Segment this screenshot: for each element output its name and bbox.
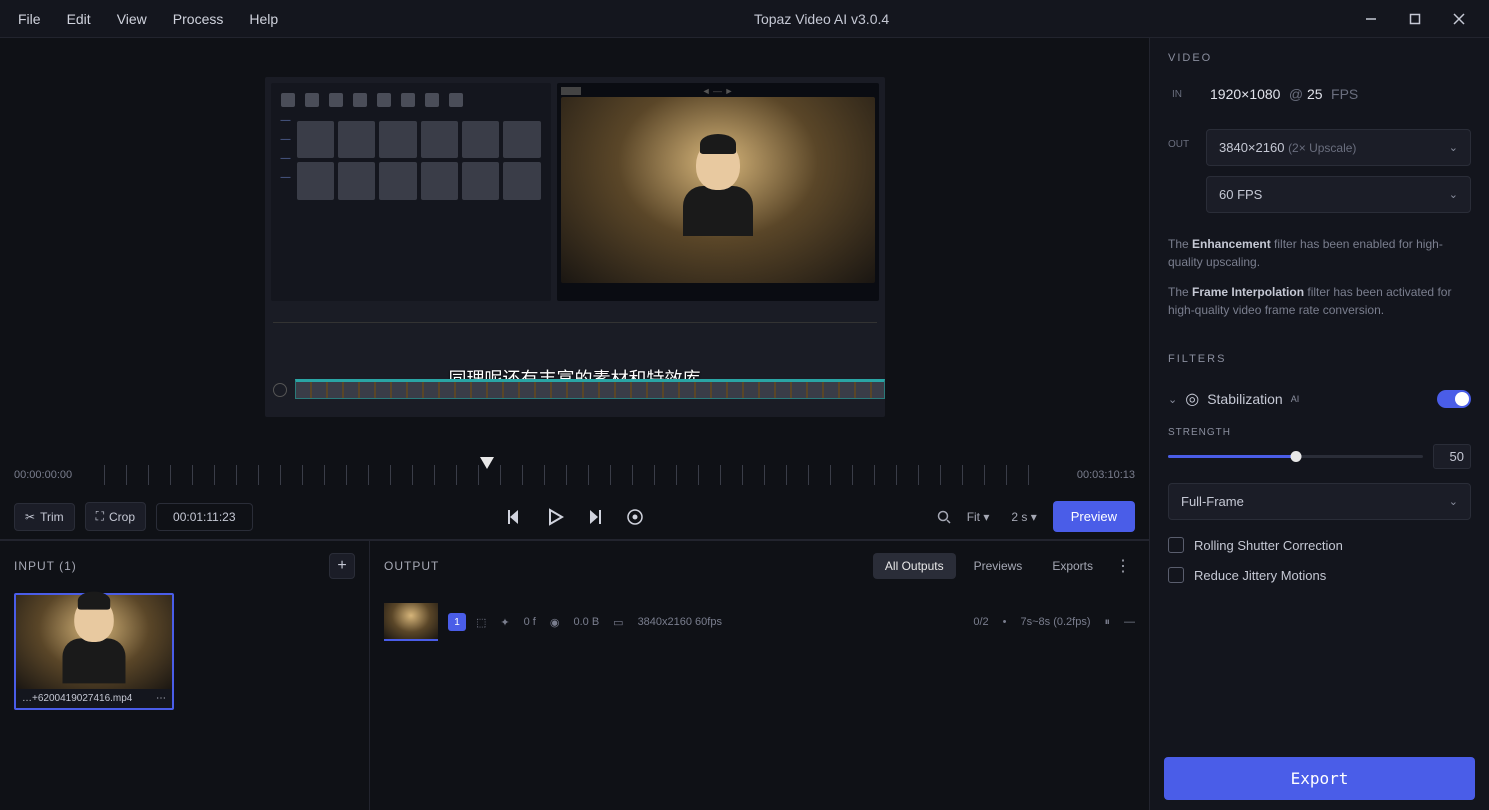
- app-title: Topaz Video AI v3.0.4: [290, 11, 1353, 27]
- tab-previews[interactable]: Previews: [962, 553, 1035, 579]
- output-resolution: 3840x2160 60fps: [638, 616, 722, 628]
- step-forward-button[interactable]: [586, 508, 604, 526]
- strength-label: STRENGTH: [1168, 427, 1471, 438]
- fit-dropdown[interactable]: Fit ▾: [961, 506, 996, 528]
- output-frames: 0 f: [524, 616, 536, 628]
- output-progress: 0/2: [973, 616, 988, 628]
- tab-all-outputs[interactable]: All Outputs: [873, 553, 956, 579]
- stabilization-icon: ◎: [1185, 389, 1199, 409]
- pause-icon[interactable]: ⏸: [1105, 616, 1111, 629]
- playhead-icon[interactable]: [480, 457, 494, 469]
- video-section-heading: VIDEO: [1168, 52, 1471, 64]
- minimize-row-icon[interactable]: —: [1124, 616, 1135, 628]
- export-button[interactable]: Export: [1164, 757, 1475, 800]
- output-resolution-dropdown[interactable]: 3840×2160 (2× Upscale) ⌄: [1206, 129, 1471, 166]
- menu-bar: File Edit View Process Help: [6, 5, 290, 33]
- strength-slider[interactable]: [1168, 455, 1423, 458]
- menu-file[interactable]: File: [6, 5, 53, 33]
- record-marker-button[interactable]: [626, 508, 644, 526]
- more-icon[interactable]: ⋯: [156, 693, 166, 704]
- in-label: IN: [1172, 89, 1196, 100]
- settings-sidebar: VIDEO IN 1920×1080 @ 25 FPS OUT 3840×216…: [1149, 38, 1489, 810]
- stabilization-filter-title: StabilizationAI: [1207, 391, 1429, 407]
- dimensions-icon: ▭: [613, 616, 623, 629]
- tab-exports[interactable]: Exports: [1040, 553, 1105, 579]
- output-speed: 7s~8s (0.2fps): [1020, 616, 1090, 628]
- menu-edit[interactable]: Edit: [55, 5, 103, 33]
- rolling-shutter-checkbox[interactable]: Rolling Shutter Correction: [1168, 530, 1471, 560]
- stabilization-toggle[interactable]: [1437, 390, 1471, 408]
- timeline-end-time: 00:03:10:13: [1055, 469, 1135, 481]
- chevron-down-icon[interactable]: ⌄: [1168, 393, 1177, 406]
- sparkle-icon: ✦: [500, 616, 509, 629]
- menu-view[interactable]: View: [105, 5, 159, 33]
- video-preview-content: ———— ◄ — ►: [265, 77, 885, 417]
- chevron-down-icon: ⌄: [1449, 188, 1458, 201]
- menu-process[interactable]: Process: [161, 5, 236, 33]
- zoom-icon[interactable]: [937, 510, 951, 524]
- titlebar: File Edit View Process Help Topaz Video …: [0, 0, 1489, 38]
- crop-icon: ⛶: [96, 509, 104, 524]
- stabilization-mode-dropdown[interactable]: Full-Frame ⌄: [1168, 483, 1471, 520]
- output-panel: OUTPUT All Outputs Previews Exports ⋮ 1 …: [370, 541, 1149, 810]
- output-thumbnail: [384, 603, 438, 641]
- minimize-button[interactable]: [1353, 5, 1389, 33]
- out-label: OUT: [1168, 129, 1192, 150]
- strength-value[interactable]: 50: [1433, 444, 1471, 469]
- chevron-down-icon: ⌄: [1449, 495, 1458, 508]
- input-resolution: 1920×1080 @ 25 FPS: [1210, 86, 1358, 103]
- play-button[interactable]: [546, 508, 564, 526]
- input-clip-thumbnail[interactable]: …+6200419027416.mp4 ⋯: [14, 593, 174, 710]
- trim-button[interactable]: ✂ Trim: [14, 503, 75, 531]
- output-panel-title: OUTPUT: [384, 559, 439, 573]
- filter-icon: ⬚: [476, 616, 486, 629]
- crop-button[interactable]: ⛶ Crop: [85, 502, 146, 531]
- preview-button[interactable]: Preview: [1053, 501, 1135, 532]
- close-button[interactable]: [1441, 5, 1477, 33]
- scissors-icon: ✂: [25, 510, 35, 524]
- timeline-start-time: 00:00:00:00: [14, 469, 94, 481]
- chevron-down-icon: ⌄: [1449, 141, 1458, 154]
- playback-controls-bar: ✂ Trim ⛶ Crop 00:01:11:23 Fit ▾ 2 s ▾ Pr…: [0, 494, 1149, 540]
- maximize-button[interactable]: [1397, 5, 1433, 33]
- window-controls: [1353, 5, 1483, 33]
- output-row[interactable]: 1 ⬚ ✦ 0 f ◉ 0.0 B ▭ 3840x2160 60fps 0/2 …: [384, 593, 1135, 651]
- output-fps-dropdown[interactable]: 60 FPS ⌄: [1206, 176, 1471, 213]
- add-input-button[interactable]: +: [329, 553, 355, 579]
- input-panel-title: INPUT (1): [14, 559, 77, 573]
- input-panel: INPUT (1) + …+6200419027416.mp4 ⋯: [0, 541, 370, 810]
- menu-help[interactable]: Help: [237, 5, 290, 33]
- eye-icon: ◉: [550, 616, 560, 629]
- preview-area: ———— ◄ — ►: [0, 38, 1149, 456]
- input-file-name: …+6200419027416.mp4: [22, 693, 132, 704]
- step-back-button[interactable]: [506, 508, 524, 526]
- output-menu-icon[interactable]: ⋮: [1111, 556, 1135, 576]
- filters-section-heading: FILTERS: [1168, 353, 1471, 365]
- current-time-display: 00:01:11:23: [156, 503, 253, 531]
- output-size: 0.0 B: [573, 616, 599, 628]
- duration-dropdown[interactable]: 2 s ▾: [1005, 506, 1042, 528]
- interpolation-info: The Frame Interpolation filter has been …: [1168, 283, 1471, 319]
- reduce-jitter-checkbox[interactable]: Reduce Jittery Motions: [1168, 560, 1471, 590]
- enhancement-info: The Enhancement filter has been enabled …: [1168, 235, 1471, 271]
- timeline-ruler[interactable]: 00:00:00:00 00:03:10:13: [0, 456, 1149, 494]
- output-index-badge: 1: [448, 613, 466, 631]
